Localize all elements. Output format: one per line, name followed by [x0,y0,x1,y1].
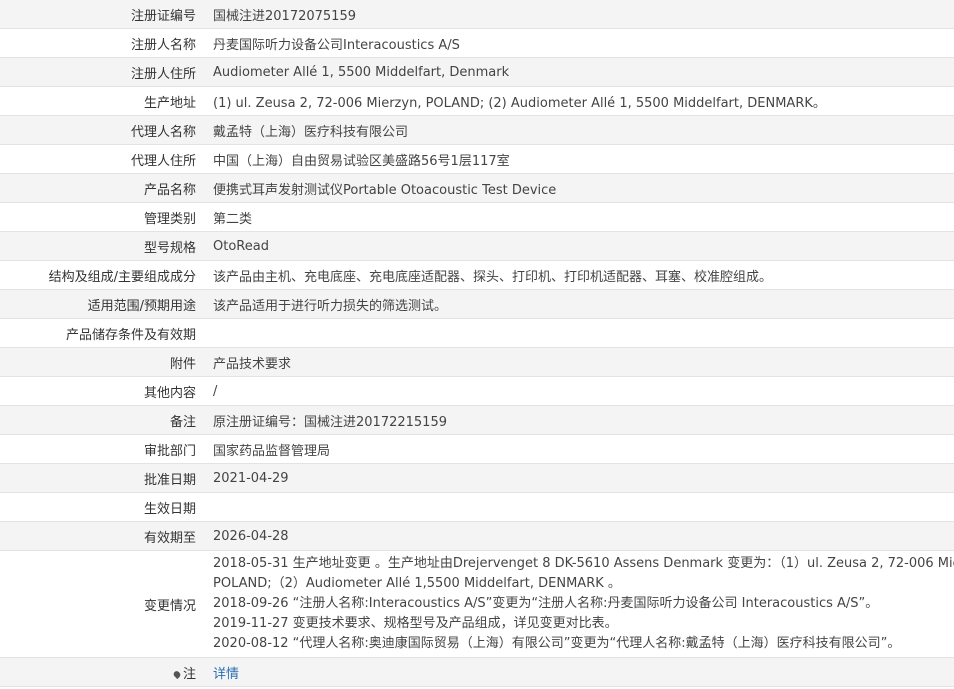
field-label: 结构及组成/主要组成成分 [0,260,204,290]
change-entry: 2018-09-26 “注册人名称:Interacoustics A/S”变更为… [213,596,879,611]
row-remarks: 备注 原注册证编号：国械注进20172215159 [0,405,954,435]
field-label: 适用范围/预期用途 [0,289,204,319]
row-valid-until: 有效期至 2026-04-28 [0,521,954,551]
field-value [204,318,954,348]
field-label: 附件 [0,347,204,377]
field-label: 注册人名称 [0,28,204,58]
change-entry: 2020-08-12 “代理人名称:奥迪康国际贸易（上海）有限公司”变更为“代理… [213,636,901,651]
field-value: Audiometer Allé 1, 5500 Middelfart, Denm… [204,57,954,87]
field-value: / [204,376,954,406]
row-note: 注 详情 [0,657,954,687]
field-value: 中国（上海）自由贸易试验区美盛路56号1层117室 [204,144,954,174]
field-value: 该产品适用于进行听力损失的筛选测试。 [204,289,954,319]
field-label: 批准日期 [0,463,204,493]
row-storage-conditions: 产品储存条件及有效期 [0,318,954,348]
row-effective-date: 生效日期 [0,492,954,522]
field-value: OtoRead [204,231,954,261]
row-structure-composition: 结构及组成/主要组成成分 该产品由主机、充电底座、充电底座适配器、探头、打印机、… [0,260,954,290]
change-entry: 2019-11-27 变更技术要求、规格型号及产品组成，详见变更对比表。 [213,616,618,631]
field-label: 产品储存条件及有效期 [0,318,204,348]
field-value: 便携式耳声发射测试仪Portable Otoacoustic Test Devi… [204,173,954,203]
field-value: 详情 [204,657,954,687]
row-approval-department: 审批部门 国家药品监督管理局 [0,434,954,464]
field-label: 型号规格 [0,231,204,261]
field-value [204,492,954,522]
registration-table: 注册证编号 国械注进20172075159 注册人名称 丹麦国际听力设备公司In… [0,0,954,687]
row-change-history: 变更情况 2018-05-31 生产地址变更 。生产地址由Drejervenge… [0,550,954,658]
field-label: 其他内容 [0,376,204,406]
field-value: 2021-04-29 [204,463,954,493]
row-registrant-name: 注册人名称 丹麦国际听力设备公司Interacoustics A/S [0,28,954,58]
change-entry: 2018-05-31 生产地址变更 。生产地址由Drejervenget 8 D… [213,556,954,571]
field-label: 变更情况 [0,550,204,658]
row-intended-use: 适用范围/预期用途 该产品适用于进行听力损失的筛选测试。 [0,289,954,319]
field-label: 产品名称 [0,173,204,203]
field-value: 产品技术要求 [204,347,954,377]
field-label: 注册人住所 [0,57,204,87]
field-value: 国家药品监督管理局 [204,434,954,464]
details-link[interactable]: 详情 [213,667,239,682]
field-label: 注 [0,657,204,687]
row-registrant-address: 注册人住所 Audiometer Allé 1, 5500 Middelfart… [0,57,954,87]
field-value: (1) ul. Zeusa 2, 72-006 Mierzyn, POLAND;… [204,86,954,116]
field-label: 备注 [0,405,204,435]
field-value: 丹麦国际听力设备公司Interacoustics A/S [204,28,954,58]
field-label: 生产地址 [0,86,204,116]
row-product-name: 产品名称 便携式耳声发射测试仪Portable Otoacoustic Test… [0,173,954,203]
field-value: 2026-04-28 [204,521,954,551]
field-label: 代理人住所 [0,144,204,174]
field-label: 注册证编号 [0,0,204,29]
field-value: 国械注进20172075159 [204,0,954,29]
field-value: 戴孟特（上海）医疗科技有限公司 [204,115,954,145]
row-approval-date: 批准日期 2021-04-29 [0,463,954,493]
change-entry: POLAND;（2）Audiometer Allé 1,5500 Middelf… [213,576,621,591]
field-value: 该产品由主机、充电底座、充电底座适配器、探头、打印机、打印机适配器、耳塞、校准腔… [204,260,954,290]
field-value: 第二类 [204,202,954,232]
row-other-content: 其他内容 / [0,376,954,406]
field-label: 代理人名称 [0,115,204,145]
field-value: 原注册证编号：国械注进20172215159 [204,405,954,435]
row-model-spec: 型号规格 OtoRead [0,231,954,261]
row-agent-name: 代理人名称 戴孟特（上海）医疗科技有限公司 [0,115,954,145]
change-history-list: 2018-05-31 生产地址变更 。生产地址由Drejervenget 8 D… [204,550,954,658]
field-label: 管理类别 [0,202,204,232]
field-label: 审批部门 [0,434,204,464]
row-agent-address: 代理人住所 中国（上海）自由贸易试验区美盛路56号1层117室 [0,144,954,174]
field-label: 有效期至 [0,521,204,551]
map-pin-icon [172,669,182,679]
note-label: 注 [182,666,196,682]
row-management-class: 管理类别 第二类 [0,202,954,232]
row-registration-number: 注册证编号 国械注进20172075159 [0,0,954,29]
row-production-address: 生产地址 (1) ul. Zeusa 2, 72-006 Mierzyn, PO… [0,86,954,116]
field-label: 生效日期 [0,492,204,522]
row-attachment: 附件 产品技术要求 [0,347,954,377]
